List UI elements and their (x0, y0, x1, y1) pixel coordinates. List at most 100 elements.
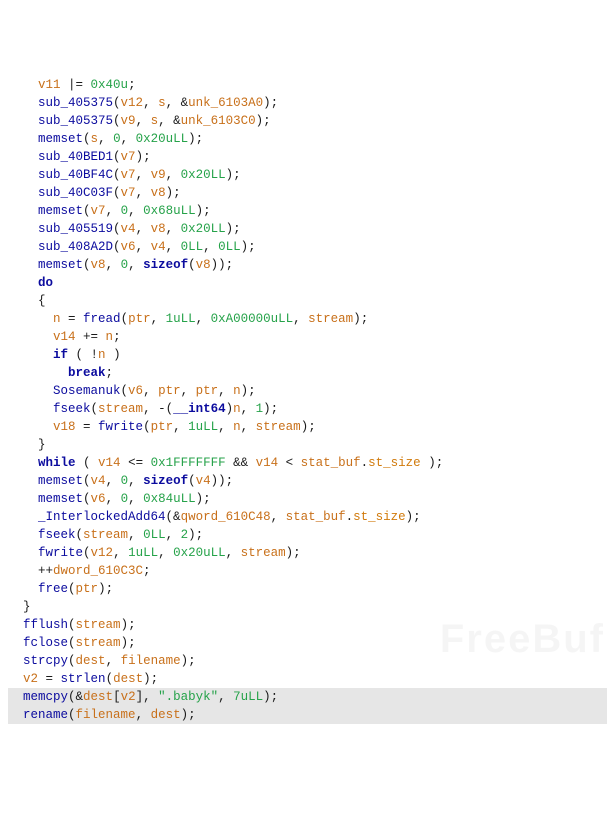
token-punc: && (226, 456, 256, 470)
token-fn: fread (83, 312, 121, 326)
token-var: stat_buf (301, 456, 361, 470)
token-kw: sizeof (143, 258, 188, 272)
token-num: 0x20uLL (136, 132, 189, 146)
token-punc: ( (113, 96, 121, 110)
token-punc: , (181, 384, 196, 398)
token-punc: ( (68, 636, 76, 650)
token-fn: sub_40BED1 (38, 150, 113, 164)
token-fn: fseek (38, 528, 76, 542)
token-var: v6 (91, 492, 106, 506)
token-punc: , (241, 420, 256, 434)
token-punc: ; (143, 564, 151, 578)
token-punc: , -( (143, 402, 173, 416)
token-var: s (91, 132, 99, 146)
token-fn: free (38, 582, 68, 596)
token-punc: ); (143, 672, 158, 686)
token-var: filename (76, 708, 136, 722)
code-line: memset(v7, 0, 0x68uLL); (8, 202, 607, 220)
token-punc: , (158, 546, 173, 560)
token-punc: , (128, 204, 143, 218)
token-var: v7 (121, 186, 136, 200)
token-punc: , (271, 510, 286, 524)
token-punc: ( (113, 168, 121, 182)
token-kw: break (68, 366, 106, 380)
token-num: 1uLL (128, 546, 158, 560)
code-line: fseek(stream, 0LL, 2); (8, 526, 607, 544)
token-var: v4 (121, 222, 136, 236)
token-field: st_size (368, 456, 421, 470)
token-punc: , (166, 222, 181, 236)
token-punc: , (136, 708, 151, 722)
token-punc: ); (226, 222, 241, 236)
token-punc: , (106, 204, 121, 218)
token-punc: ); (353, 312, 368, 326)
token-punc: ( (76, 456, 99, 470)
token-punc: , (166, 240, 181, 254)
code-line: sub_408A2D(v6, v4, 0LL, 0LL); (8, 238, 607, 256)
token-punc: ( (113, 150, 121, 164)
token-punc: , (166, 168, 181, 182)
token-punc: += (76, 330, 106, 344)
token-num: 0x84uLL (143, 492, 196, 506)
token-punc: , (173, 420, 188, 434)
token-var: stream (76, 636, 121, 650)
token-punc: [ (113, 690, 121, 704)
token-punc: ); (226, 168, 241, 182)
token-punc: ); (256, 114, 271, 128)
token-punc: , (128, 528, 143, 542)
token-var: v9 (121, 114, 136, 128)
token-punc: ( (113, 186, 121, 200)
token-punc: , (166, 528, 181, 542)
token-punc: ); (286, 546, 301, 560)
token-var: ptr (151, 420, 174, 434)
code-line: _InterlockedAdd64(&qword_610C48, stat_bu… (8, 508, 607, 526)
token-fn: memcpy (23, 690, 68, 704)
token-var: s (158, 96, 166, 110)
token-punc: , (196, 312, 211, 326)
token-var: v8 (91, 258, 106, 272)
token-num: 0LL (143, 528, 166, 542)
token-var: v7 (91, 204, 106, 218)
token-var: v11 (38, 78, 61, 92)
token-fn: _InterlockedAdd64 (38, 510, 166, 524)
token-punc: ); (121, 618, 136, 632)
code-line: n = fread(ptr, 1uLL, 0xA00000uLL, stream… (8, 310, 607, 328)
token-punc: ); (196, 204, 211, 218)
token-var: ptr (76, 582, 99, 596)
token-var: ptr (128, 312, 151, 326)
token-var: stream (98, 402, 143, 416)
token-punc: <= (121, 456, 151, 470)
token-num: 0xA00000uLL (211, 312, 294, 326)
token-punc: ; (113, 330, 121, 344)
token-punc: , (121, 132, 136, 146)
code-line: memset(s, 0, 0x20uLL); (8, 130, 607, 148)
code-line: free(ptr); (8, 580, 607, 598)
token-var: n (233, 420, 241, 434)
token-fn: memset (38, 474, 83, 488)
token-punc: ; (106, 366, 114, 380)
token-punc: ); (241, 240, 256, 254)
token-fn: memset (38, 492, 83, 506)
token-num: 1uLL (188, 420, 218, 434)
token-punc: ( (76, 528, 84, 542)
token-fn: Sosemanuk (53, 384, 121, 398)
code-line: sub_40BF4C(v7, v9, 0x20LL); (8, 166, 607, 184)
token-punc: . (346, 510, 354, 524)
code-line: memcpy(&dest[v2], ".babyk", 7uLL); (8, 688, 607, 706)
token-fn: fwrite (38, 546, 83, 560)
token-punc: , (218, 690, 233, 704)
token-kw: do (38, 276, 53, 290)
token-var: v9 (151, 168, 166, 182)
token-punc: ( (68, 654, 76, 668)
code-line: sub_40BED1(v7); (8, 148, 607, 166)
token-punc: ( (188, 258, 196, 272)
token-var: v12 (121, 96, 144, 110)
token-num: 1uLL (166, 312, 196, 326)
token-punc: ); (421, 456, 444, 470)
token-var: stat_buf (286, 510, 346, 524)
token-punc: ); (181, 708, 196, 722)
token-punc: ( (83, 132, 91, 146)
token-var: unk_6103C0 (181, 114, 256, 128)
token-var: v2 (121, 690, 136, 704)
token-var: v8 (151, 222, 166, 236)
